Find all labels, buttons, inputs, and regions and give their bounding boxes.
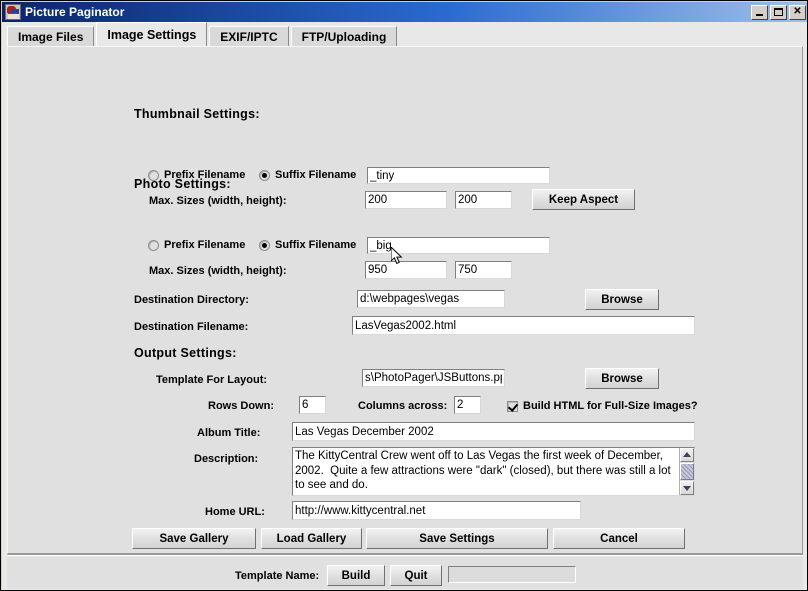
album-title-label: Album Title:: [197, 427, 261, 439]
radio-checked-icon: [259, 239, 270, 251]
photo-affix-input[interactable]: [367, 237, 550, 254]
triangle-down-icon: [683, 485, 691, 491]
close-icon: ✕: [793, 6, 802, 17]
tab-label: Image Files: [18, 29, 84, 44]
tab-label: Image Settings: [107, 27, 197, 42]
photo-prefix-radio[interactable]: Prefix Filename: [148, 239, 245, 251]
thumbnail-settings-heading: Thumbnail Settings:: [134, 107, 260, 121]
checkbox-checked-icon: [507, 400, 518, 412]
home-url-label: Home URL:: [205, 506, 265, 518]
photo-prefix-label: Prefix Filename: [164, 239, 246, 251]
destination-directory-input[interactable]: [357, 290, 505, 308]
window-controls: ✕: [751, 4, 806, 20]
build-html-checkbox[interactable]: Build HTML for Full-Size Images?: [507, 400, 698, 412]
destination-directory-browse-button[interactable]: Browse: [585, 289, 659, 310]
photo-width-input[interactable]: [365, 261, 447, 279]
rows-down-label: Rows Down:: [208, 400, 274, 412]
rows-down-input[interactable]: [299, 396, 326, 414]
description-textarea[interactable]: [293, 448, 679, 495]
photo-suffix-radio[interactable]: Suffix Filename: [259, 239, 356, 251]
output-settings-heading: Output Settings:: [134, 346, 237, 360]
scroll-down-button[interactable]: [680, 481, 694, 495]
thumbnail-max-sizes-label: Max. Sizes (width, height):: [149, 195, 287, 207]
tab-label: EXIF/IPTC: [220, 29, 278, 44]
description-field[interactable]: [292, 447, 695, 496]
destination-filename-input[interactable]: [352, 316, 695, 335]
photo-max-sizes-label: Max. Sizes (width, height):: [149, 265, 287, 277]
photo-settings-heading: Photo Settings:: [134, 177, 231, 191]
photo-height-input[interactable]: [455, 261, 512, 279]
scroll-up-button[interactable]: [680, 448, 694, 462]
tab-bar: Image Files Image Settings EXIF/IPTC FTP…: [2, 22, 807, 46]
application-window: Picture Paginator ✕ Image Files Image Se…: [0, 0, 808, 591]
cancel-button[interactable]: Cancel: [553, 528, 685, 549]
window-title: Picture Paginator: [25, 5, 125, 19]
template-layout-browse-button[interactable]: Browse: [585, 368, 659, 389]
settings-panel: Thumbnail Settings: Prefix Filename Suff…: [7, 46, 803, 554]
minimize-button[interactable]: [751, 4, 768, 20]
build-button[interactable]: Build: [327, 565, 385, 586]
radio-checked-icon: [259, 169, 270, 181]
quit-button[interactable]: Quit: [390, 565, 442, 586]
description-label: Description:: [194, 453, 259, 465]
tab-label: FTP/Uploading: [301, 29, 387, 44]
save-gallery-button[interactable]: Save Gallery: [132, 528, 256, 549]
maximize-icon: [774, 7, 783, 16]
description-scrollbar[interactable]: [679, 448, 694, 495]
thumbnail-width-input[interactable]: [365, 191, 447, 209]
tab-ftp-uploading[interactable]: FTP/Uploading: [290, 26, 398, 46]
columns-across-input[interactable]: [454, 396, 481, 414]
thumbnail-suffix-label: Suffix Filename: [275, 169, 357, 181]
album-title-input[interactable]: [292, 422, 695, 441]
app-icon: [5, 4, 21, 20]
build-html-label: Build HTML for Full-Size Images?: [523, 400, 698, 412]
progress-bar: [448, 566, 576, 583]
tab-image-settings[interactable]: Image Settings: [96, 22, 208, 46]
radio-unchecked-icon: [148, 239, 159, 251]
destination-directory-label: Destination Directory:: [134, 294, 249, 306]
template-layout-input[interactable]: [362, 369, 505, 387]
minimize-icon: [756, 13, 763, 16]
triangle-up-icon: [683, 452, 691, 458]
thumbnail-height-input[interactable]: [455, 191, 512, 209]
columns-across-label: Columns across:: [358, 400, 448, 412]
scrollbar-thumb[interactable]: [680, 462, 694, 481]
panel-divider: [7, 554, 803, 556]
maximize-button[interactable]: [770, 4, 787, 20]
save-settings-button[interactable]: Save Settings: [366, 528, 548, 549]
template-layout-label: Template For Layout:: [156, 374, 268, 386]
thumbnail-suffix-radio[interactable]: Suffix Filename: [259, 169, 356, 181]
photo-suffix-label: Suffix Filename: [275, 239, 357, 251]
tab-content-image-settings: Thumbnail Settings: Prefix Filename Suff…: [2, 46, 807, 590]
tab-exif-iptc[interactable]: EXIF/IPTC: [209, 26, 289, 46]
title-bar: Picture Paginator ✕: [2, 2, 807, 22]
status-bar: Template Name: Build Quit: [7, 557, 803, 589]
keep-aspect-button[interactable]: Keep Aspect: [532, 189, 635, 210]
tab-image-files[interactable]: Image Files: [7, 26, 95, 46]
close-button[interactable]: ✕: [789, 4, 806, 20]
home-url-input[interactable]: [292, 501, 581, 520]
template-name-label: Template Name:: [235, 570, 320, 582]
load-gallery-button[interactable]: Load Gallery: [261, 528, 362, 549]
thumbnail-affix-input[interactable]: [367, 167, 550, 184]
destination-filename-label: Destination Filename:: [134, 321, 249, 333]
